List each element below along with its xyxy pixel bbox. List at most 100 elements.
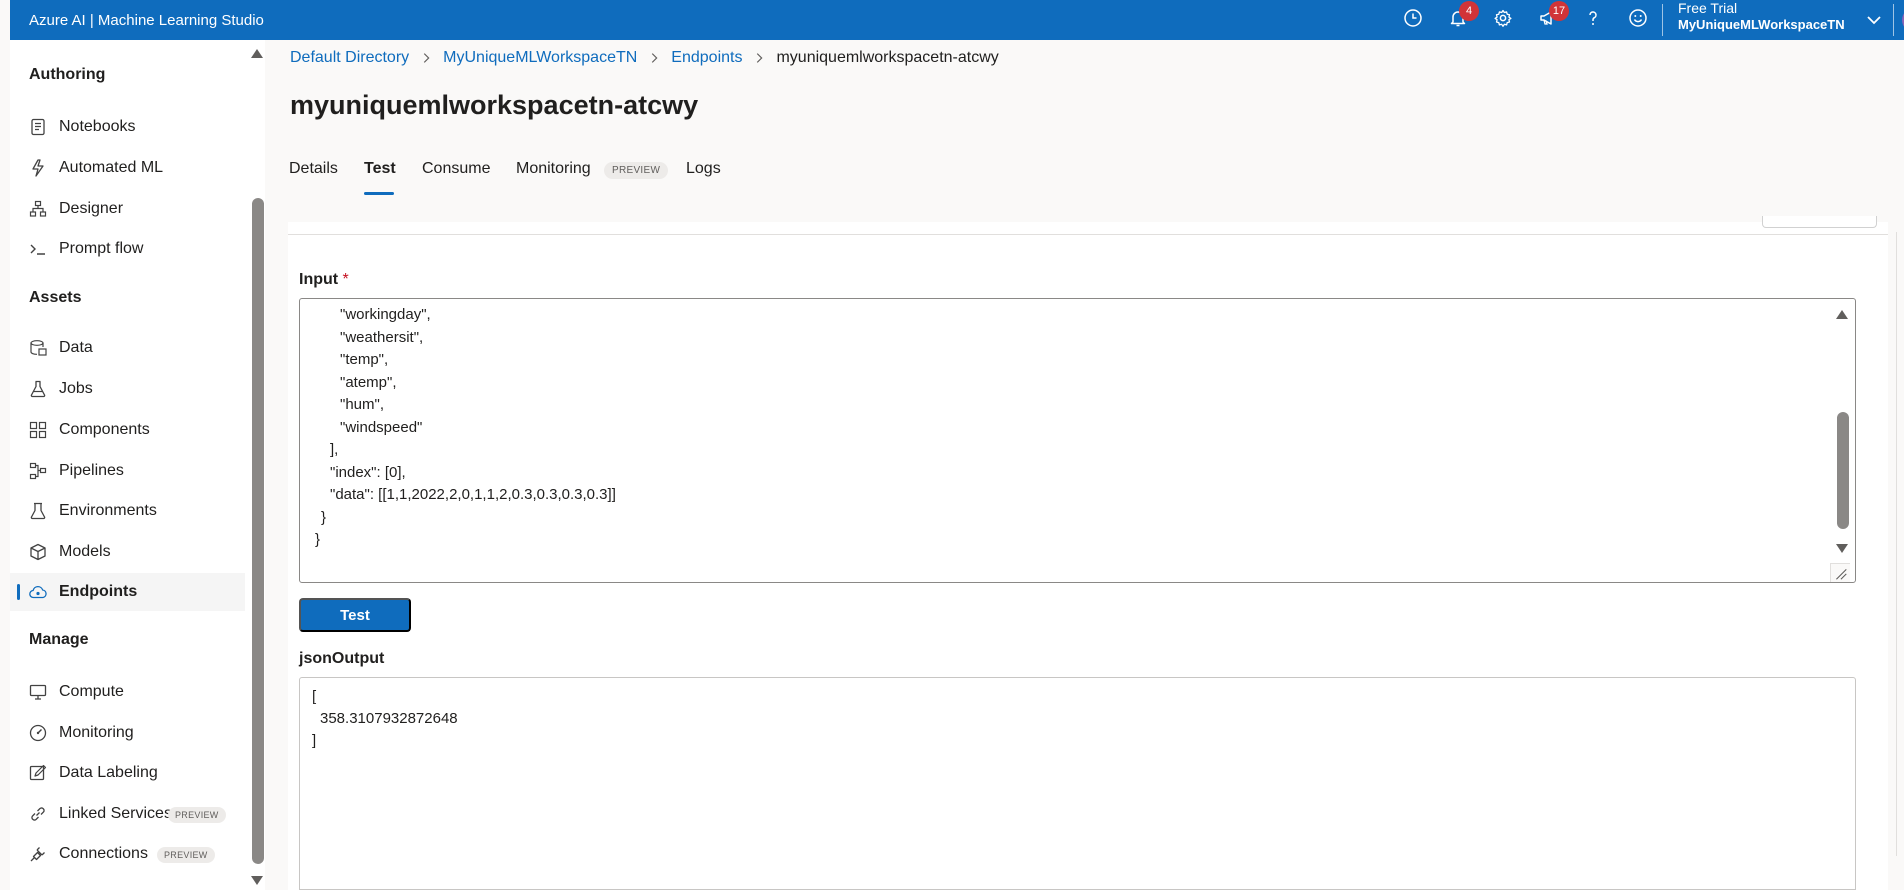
prompt-icon (28, 239, 48, 259)
settings-button[interactable] (1480, 0, 1525, 40)
sidebar-item-label: Models (59, 543, 111, 560)
sidebar-item-prompt-flow[interactable]: Prompt flow (10, 230, 245, 268)
tab-test-label: Test (364, 160, 396, 177)
page: Azure AI | Machine Learning Studio 4 17 … (0, 0, 1904, 890)
sidebar-item-models[interactable]: Models (10, 533, 245, 571)
sidebar-item-data[interactable]: Data (10, 329, 245, 367)
gear-icon (1493, 8, 1513, 33)
tab-test[interactable]: Test (364, 160, 396, 196)
chevron-right-icon (637, 50, 671, 66)
scroll-down-icon[interactable] (1835, 542, 1849, 554)
scroll-up-icon[interactable] (1835, 307, 1849, 319)
code-line: "weathersit", (340, 329, 424, 346)
breadcrumb: Default Directory MyUniqueMLWorkspaceTN … (290, 48, 999, 68)
input-label: Input * (299, 271, 349, 289)
tab-monitoring[interactable]: Monitoring (516, 160, 591, 196)
help-button[interactable] (1570, 0, 1615, 40)
help-icon (1583, 8, 1603, 33)
code-line: "windspeed" (340, 419, 423, 436)
code-line: "index": [0], (330, 464, 406, 481)
sidebar-item-compute[interactable]: Compute (10, 673, 245, 711)
top-bar: Azure AI | Machine Learning Studio 4 17 … (10, 0, 1904, 40)
sidebar-item-environments[interactable]: Environments (10, 492, 245, 530)
preview-badge: PREVIEW (604, 162, 669, 179)
output-line: ] (312, 732, 317, 749)
announcements-button[interactable]: 17 (1525, 0, 1570, 40)
account-switcher[interactable]: Free Trial MyUniqueMLWorkspaceTN (1678, 0, 1845, 40)
sidebar-item-label: Compute (59, 683, 124, 700)
sidebar-item-data-labeling[interactable]: Data Labeling (10, 754, 245, 792)
code-line: "atemp", (340, 374, 397, 391)
code-line: } (315, 531, 321, 548)
input-scrollbar-thumb[interactable] (1837, 412, 1849, 529)
sidebar-item-jobs[interactable]: Jobs (10, 370, 245, 408)
sidebar-item-endpoints[interactable]: Endpoints (10, 573, 245, 611)
breadcrumb-default-directory[interactable]: Default Directory (290, 49, 409, 67)
data-icon (28, 338, 48, 358)
topbar-divider (1662, 4, 1663, 36)
tab-logs[interactable]: Logs (686, 160, 721, 196)
gauge-icon (28, 723, 48, 743)
code-line: "temp", (340, 351, 389, 368)
cloud-icon (28, 582, 48, 602)
sidebar-item-label: Environments (59, 502, 157, 519)
clock-icon (1403, 8, 1423, 33)
chevron-right-icon (409, 50, 443, 66)
input-label-text: Input (299, 271, 339, 288)
sidebar-item-automated-ml[interactable]: Automated ML (10, 149, 245, 187)
required-marker: * (342, 271, 349, 288)
input-textarea[interactable]: "workingday", "weathersit", "temp", "ate… (299, 298, 1856, 583)
panel-top-control[interactable] (1762, 216, 1877, 228)
monitor-icon (28, 682, 48, 702)
json-output: [ 358.3107932872648 ] (299, 677, 1856, 890)
active-indicator (17, 584, 20, 600)
sidebar-item-monitoring[interactable]: Monitoring (10, 714, 245, 752)
preview-badge: PREVIEW (157, 847, 215, 863)
sidebar-item-designer[interactable]: Designer (10, 190, 245, 228)
scroll-down-icon[interactable] (250, 874, 264, 886)
notifications-button[interactable]: 4 (1435, 0, 1480, 40)
app-title[interactable]: Azure AI | Machine Learning Studio (10, 12, 264, 29)
sidebar-item-label: Linked Services (59, 805, 172, 822)
automl-icon (28, 158, 48, 178)
code-line: "workingday", (340, 306, 431, 323)
tab-details[interactable]: Details (289, 160, 338, 196)
plug-icon (28, 844, 48, 864)
sidebar-section-assets: Assets (29, 289, 82, 306)
sidebar-item-label: Jobs (59, 380, 93, 397)
topbar-divider-right (1893, 4, 1894, 36)
environments-icon (28, 501, 48, 521)
top-icons: 4 17 (1390, 0, 1660, 40)
sidebar-item-connections[interactable]: Connections PREVIEW (10, 835, 245, 873)
test-button[interactable]: Test (299, 598, 411, 632)
sidebar-item-label: Monitoring (59, 724, 134, 741)
sidebar-item-pipelines[interactable]: Pipelines (10, 452, 245, 490)
breadcrumb-endpoints[interactable]: Endpoints (671, 49, 742, 67)
sidebar-item-components[interactable]: Components (10, 411, 245, 449)
sidebar-item-notebooks[interactable]: Notebooks (10, 108, 245, 146)
sidebar-item-label: Components (59, 421, 150, 438)
tab-consume[interactable]: Consume (422, 160, 490, 196)
sidebar-section-manage: Manage (29, 631, 89, 648)
sidebar: Authoring Notebooks Automated ML Designe… (10, 40, 265, 890)
components-icon (28, 420, 48, 440)
sidebar-scrollbar-thumb[interactable] (252, 198, 264, 864)
scroll-up-icon[interactable] (250, 46, 264, 58)
breadcrumb-current: myuniquemlworkspacetn-atcwy (776, 49, 999, 66)
resize-handle-icon[interactable] (1830, 563, 1850, 582)
account-plan: Free Trial (1678, 0, 1738, 16)
chevron-down-icon[interactable] (1862, 8, 1886, 32)
announcements-badge: 17 (1549, 1, 1569, 21)
account-workspace: MyUniqueMLWorkspaceTN (1678, 17, 1845, 32)
sidebar-section-authoring: Authoring (29, 66, 106, 83)
pipelines-icon (28, 461, 48, 481)
sidebar-item-label: Connections (59, 845, 148, 862)
breadcrumb-workspace[interactable]: MyUniqueMLWorkspaceTN (443, 49, 637, 67)
sidebar-item-label: Endpoints (59, 583, 138, 600)
sidebar-item-linked-services[interactable]: Linked Services PREVIEW (10, 795, 245, 833)
recent-button[interactable] (1390, 0, 1435, 40)
code-line: ], (330, 441, 339, 458)
feedback-button[interactable] (1615, 0, 1660, 40)
code-line: "hum", (340, 396, 384, 413)
page-scrollbar-track[interactable] (1896, 232, 1897, 856)
